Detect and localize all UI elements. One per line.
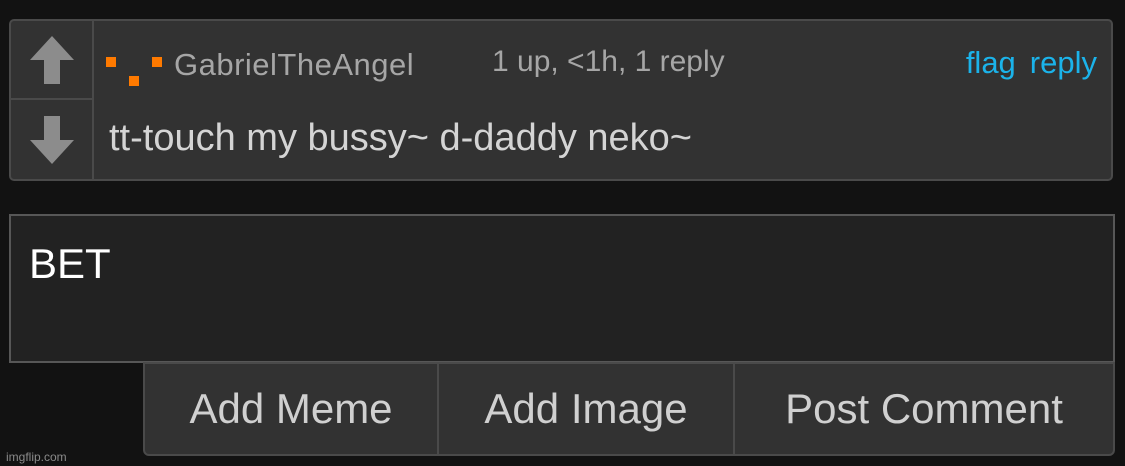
comment-text: tt-touch my bussy~ d-daddy neko~	[109, 117, 692, 159]
add-meme-button[interactable]: Add Meme	[145, 364, 439, 454]
pixel-avatar-icon[interactable]	[106, 57, 164, 93]
imgflip-watermark: imgflip.com	[6, 450, 67, 464]
upvote-button[interactable]	[11, 21, 92, 100]
comment-card: GabrielTheAngel 1 up, <1h, 1 reply flag r…	[9, 19, 1113, 181]
downvote-button[interactable]	[11, 100, 92, 179]
comment-header: GabrielTheAngel 1 up, <1h, 1 reply flag r…	[106, 45, 1097, 86]
post-comment-button[interactable]: Post Comment	[735, 364, 1113, 454]
add-image-button[interactable]: Add Image	[439, 364, 735, 454]
vote-column	[11, 21, 94, 179]
reply-button-row: Add Meme Add Image Post Comment	[143, 362, 1115, 456]
arrow-down-icon	[29, 115, 74, 164]
reply-link[interactable]: reply	[1030, 45, 1097, 80]
comment-username[interactable]: GabrielTheAngel	[174, 47, 414, 83]
comment-actions: flag reply	[966, 45, 1097, 81]
flag-link[interactable]: flag	[966, 45, 1016, 80]
reply-textarea[interactable]: BET	[9, 214, 1115, 363]
comment-meta: 1 up, <1h, 1 reply	[492, 45, 725, 78]
arrow-up-icon	[29, 35, 74, 84]
